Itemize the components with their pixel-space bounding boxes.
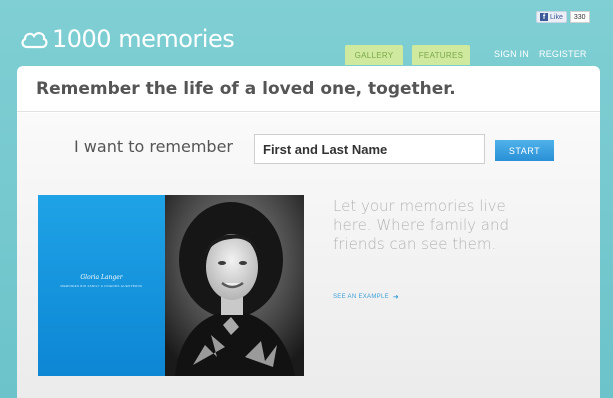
example-profile-image[interactable]: Gloria Langer MEMORIES BIO FAMILY & FRIE… xyxy=(38,195,304,376)
profile-nav: MEMORIES BIO FAMILY & FRIENDS GUESTBOOK xyxy=(60,284,143,288)
facebook-like-count: 330 xyxy=(569,11,590,23)
site-logo[interactable]: 1000 memories xyxy=(20,25,235,53)
page-tagline: Remember the life of a loved one, togeth… xyxy=(36,78,456,99)
facebook-like-label: Like xyxy=(550,13,563,21)
facebook-like-button[interactable]: f Like xyxy=(536,11,567,23)
signup-section: I want to remember START Gloria Langer M… xyxy=(17,113,600,398)
name-input[interactable] xyxy=(254,134,485,164)
facebook-like-widget[interactable]: f Like 330 xyxy=(536,11,590,23)
profile-name: Gloria Langer xyxy=(80,274,123,281)
site-header: 1000 memories f Like 330 GALLERY FEATURE… xyxy=(0,0,613,66)
portrait-photo xyxy=(165,195,304,376)
nav-tab-features[interactable]: FEATURES xyxy=(412,45,470,65)
start-button[interactable]: START xyxy=(495,140,554,161)
see-example-link[interactable]: SEE AN EXAMPLE ➜ xyxy=(333,293,399,301)
see-example-label: SEE AN EXAMPLE xyxy=(333,294,389,300)
register-link[interactable]: REGISTER xyxy=(539,49,587,59)
main-card: Remember the life of a loved one, togeth… xyxy=(17,66,600,398)
cloud-logo-icon xyxy=(21,32,48,49)
logo-text: 1000 memories xyxy=(52,25,235,53)
tagline-bar: Remember the life of a loved one, togeth… xyxy=(17,66,600,112)
nav-tab-gallery[interactable]: GALLERY xyxy=(345,45,403,65)
remember-label: I want to remember xyxy=(74,137,234,156)
profile-preview-panel: Gloria Langer MEMORIES BIO FAMILY & FRIE… xyxy=(38,195,165,376)
facebook-icon: f xyxy=(540,13,548,21)
arrow-right-icon: ➜ xyxy=(392,294,400,301)
pitch-text: Let your memories live here. Where famil… xyxy=(333,197,510,253)
sign-in-link[interactable]: SIGN IN xyxy=(494,49,529,59)
portrait-illustration xyxy=(165,195,304,376)
